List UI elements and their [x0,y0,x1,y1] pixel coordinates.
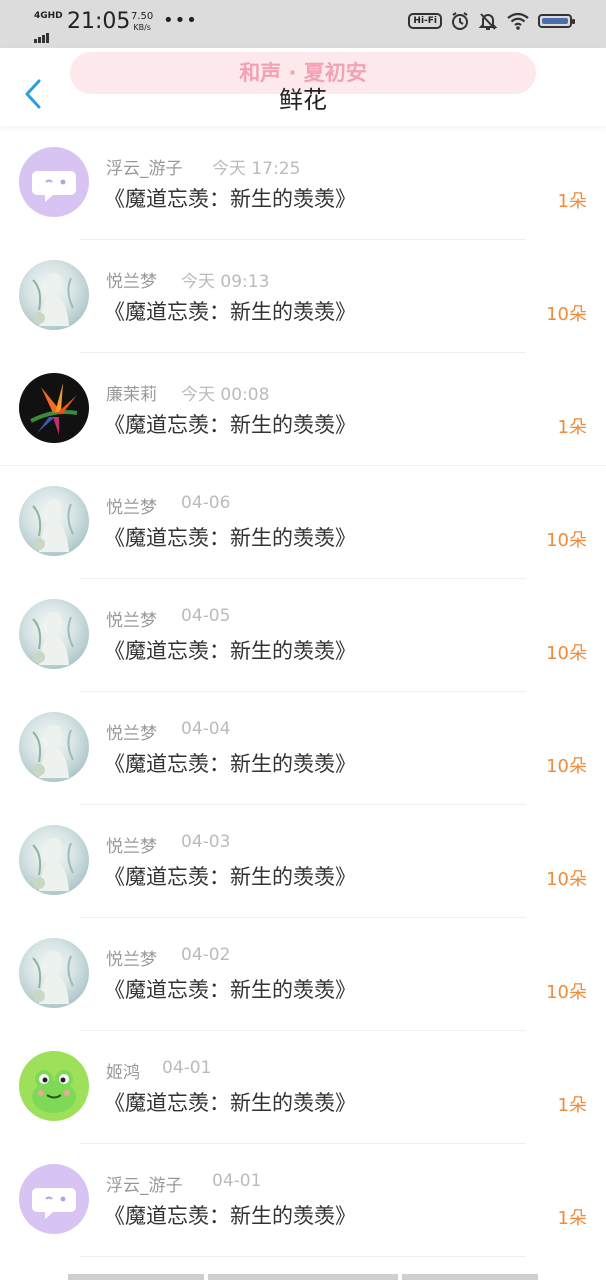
book-title: 《魔道忘羡：新生的羡羡》 [104,526,356,550]
status-bar: 4GHD 21:05 7.50 KB/s ••• Hi-Fi [0,0,606,48]
flower-gift-list: 浮云_游子 今天 17:25 《魔道忘羡：新生的羡羡》 1朵 悦兰梦 今天 09:13 《魔… [0,127,606,1257]
lady-avatar[interactable] [19,825,89,895]
lady-avatar[interactable] [19,938,89,1008]
nav-bar: 和声 · 夏初安 鲜花 [0,48,606,126]
list-item[interactable]: 悦兰梦 04-05 《魔道忘羡：新生的羡羡》 10朵 [0,579,606,692]
username: 廉茉莉 [106,385,157,405]
username: 浮云_游子 [106,1176,183,1196]
list-item[interactable]: 浮云_游子 今天 17:25 《魔道忘羡：新生的羡羡》 1朵 [0,127,606,240]
timestamp: 04-03 [181,832,231,852]
lady-avatar[interactable] [19,712,89,782]
more-notifications-icon: ••• [163,10,198,31]
timestamp: 04-01 [162,1058,212,1078]
flower-avatar[interactable] [19,373,89,443]
timestamp: 04-04 [181,719,231,739]
speed-unit: KB/s [133,23,151,32]
book-title: 《魔道忘羡：新生的羡羡》 [104,865,356,889]
list-item[interactable]: 浮云_游子 04-01 《魔道忘羡：新生的羡羡》 1朵 [0,1144,606,1257]
timestamp: 今天 09:13 [181,272,270,292]
battery-icon [538,14,575,28]
list-item[interactable]: 悦兰梦 今天 09:13 《魔道忘羡：新生的羡羡》 10朵 [0,240,606,353]
flower-count: 1朵 [557,417,587,438]
clock: 21:05 [67,9,131,34]
network-type: 4GHD [34,11,63,21]
flower-count: 1朵 [557,191,587,212]
flower-count: 10朵 [546,982,587,1003]
timestamp: 今天 17:25 [212,159,301,179]
timestamp: 04-01 [212,1171,262,1191]
book-title: 《魔道忘羡：新生的羡羡》 [104,978,356,1002]
list-item[interactable]: 悦兰梦 04-06 《魔道忘羡：新生的羡羡》 10朵 [0,466,606,579]
username: 悦兰梦 [106,272,157,292]
network-speed: 7.50 KB/s [131,11,153,33]
flower-count: 10朵 [546,530,587,551]
lady-avatar[interactable] [19,486,89,556]
username: 悦兰梦 [106,837,157,857]
username: 悦兰梦 [106,724,157,744]
timestamp: 今天 00:08 [181,385,270,405]
timestamp: 04-02 [181,945,231,965]
list-item[interactable]: 悦兰梦 04-02 《魔道忘羡：新生的羡羡》 10朵 [0,918,606,1031]
list-item[interactable]: 悦兰梦 04-03 《魔道忘羡：新生的羡羡》 10朵 [0,805,606,918]
flower-count: 10朵 [546,643,587,664]
bottom-edge [0,1258,606,1280]
hifi-badge: Hi-Fi [408,13,442,29]
flower-count: 1朵 [557,1095,587,1116]
book-title: 《魔道忘羡：新生的羡羡》 [104,300,356,324]
book-title: 《魔道忘羡：新生的羡羡》 [104,187,356,211]
page-title: 鲜花 [279,86,327,114]
book-title: 《魔道忘羡：新生的羡羡》 [104,752,356,776]
lady-avatar[interactable] [19,599,89,669]
book-title: 《魔道忘羡：新生的羡羡》 [104,1204,356,1228]
lady-avatar[interactable] [19,260,89,330]
chat-bubble-avatar[interactable] [19,147,89,217]
list-item[interactable]: 悦兰梦 04-04 《魔道忘羡：新生的羡羡》 10朵 [0,692,606,805]
list-item[interactable]: 姬鸿 04-01 《魔道忘羡：新生的羡羡》 1朵 [0,1031,606,1144]
book-title: 《魔道忘羡：新生的羡羡》 [104,1091,356,1115]
mute-bell-icon [478,13,498,30]
wifi-icon [507,12,529,30]
timestamp: 04-05 [181,606,231,626]
chat-bubble-avatar[interactable] [19,1164,89,1234]
flower-count: 10朵 [546,756,587,777]
book-title: 《魔道忘羡：新生的羡羡》 [104,413,356,437]
divider [80,1256,526,1257]
flower-count: 10朵 [546,869,587,890]
speed-value: 7.50 [131,11,154,22]
frog-avatar[interactable] [19,1051,89,1121]
username: 浮云_游子 [106,159,183,179]
book-title: 《魔道忘羡：新生的羡羡》 [104,639,356,663]
alarm-icon [452,12,468,30]
username: 悦兰梦 [106,611,157,631]
username: 悦兰梦 [106,950,157,970]
flower-count: 1朵 [557,1208,587,1229]
username: 悦兰梦 [106,498,157,518]
list-item[interactable]: 廉茉莉 今天 00:08 《魔道忘羡：新生的羡羡》 1朵 [0,353,606,466]
username: 姬鸿 [106,1063,140,1083]
timestamp: 04-06 [181,493,231,513]
flower-count: 10朵 [546,304,587,325]
signal-icon: 4GHD [32,11,63,43]
